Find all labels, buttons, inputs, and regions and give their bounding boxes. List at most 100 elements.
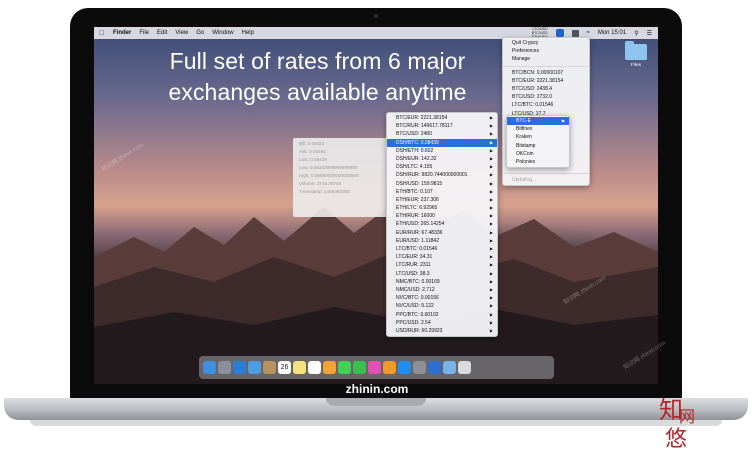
rate-pair-item[interactable]: DSH/RUR: 9820.744000000001 ▶ bbox=[387, 171, 497, 179]
menubar-clock[interactable]: Mon 15:01 bbox=[598, 30, 626, 36]
rate-pair-item[interactable]: LTC/USD: 38.3 ▶ bbox=[387, 270, 497, 278]
rate-pair-label: EUR/RUR: 67.48336 bbox=[396, 229, 443, 236]
crypzy-menu-item[interactable]: Preferences bbox=[503, 47, 589, 55]
itunes-icon[interactable] bbox=[368, 361, 381, 374]
notes-icon[interactable] bbox=[293, 361, 306, 374]
menu-view[interactable]: View bbox=[175, 30, 188, 36]
menu-window[interactable]: Window bbox=[212, 30, 233, 36]
rate-pair-label: ETH/USD: 265.14254 bbox=[396, 221, 445, 228]
tooltip-line: Volume: 3716.38746 bbox=[299, 181, 342, 186]
wifi-icon[interactable]: ≈ bbox=[587, 30, 590, 36]
rate-pair-item[interactable]: BTC/RUR: 149617.78117 ▶ bbox=[387, 122, 497, 130]
rate-pair-item[interactable]: EUR/RUR: 67.48336 ▶ bbox=[387, 229, 497, 237]
launchpad-icon[interactable] bbox=[218, 361, 231, 374]
menu-separator bbox=[503, 172, 589, 174]
rate-pair-item[interactable]: NVC/BTC: 0.00156 ▶ bbox=[387, 294, 497, 302]
menu-finder[interactable]: Finder bbox=[113, 30, 131, 36]
rate-pair-label: BTC/RUR: 149617.78117 bbox=[396, 123, 453, 130]
rate-pair-label: NVC/USD: 9.122 bbox=[396, 303, 434, 310]
rate-pair-item[interactable]: ETH/USD: 265.14254 ▶ bbox=[387, 220, 497, 228]
rate-pair-item[interactable]: DSH/EUR: 142.32 ▶ bbox=[387, 155, 497, 163]
menu-edit[interactable]: Edit bbox=[157, 30, 167, 36]
submenu-arrow-icon: ▶ bbox=[489, 278, 493, 284]
rate-pair-label: NMC/BTC: 0.00109 bbox=[396, 278, 440, 285]
headline: Full set of rates from 6 major exchanges… bbox=[94, 46, 541, 108]
folder-icon[interactable] bbox=[443, 361, 456, 374]
crypzy-menu-item[interactable]: Quit Crypzy bbox=[503, 39, 589, 47]
submenu-arrow-icon: ▶ bbox=[489, 311, 493, 317]
pinned-pair-item[interactable]: LTC/BTC: 0.01546 bbox=[503, 101, 589, 109]
rate-pair-label: NMC/USD: 2.712 bbox=[396, 286, 435, 293]
rate-pair-item[interactable]: DSH/USD: 159.9815 ▶ bbox=[387, 180, 497, 188]
menu-help[interactable]: Help bbox=[242, 30, 254, 36]
reminders-icon[interactable] bbox=[308, 361, 321, 374]
tooltip-line: Low: 0.08333999999999999 bbox=[299, 165, 358, 170]
ibooks-icon[interactable] bbox=[383, 361, 396, 374]
rate-pair-item[interactable]: ETH/RUR: 16000 ▶ bbox=[387, 212, 497, 220]
mail-icon[interactable] bbox=[248, 361, 261, 374]
menu-go[interactable]: Go bbox=[196, 30, 204, 36]
tooltip-line: Last: 0.08439 bbox=[299, 157, 327, 162]
rate-pair-item[interactable]: ETH/BTC: 0.107 ▶ bbox=[387, 188, 497, 196]
rate-pair-item[interactable]: BTC/EUR: 2221.38154 ▶ bbox=[387, 114, 497, 122]
exchange-item[interactable]: OKCoin bbox=[507, 150, 569, 158]
folder-icon bbox=[625, 41, 647, 60]
folder-label: Files bbox=[630, 63, 642, 68]
submenu-arrow-icon: ▶ bbox=[489, 155, 493, 161]
facetime-icon[interactable] bbox=[353, 361, 366, 374]
rate-pair-item[interactable]: PPC/USD: 2.54 ▶ bbox=[387, 319, 497, 327]
exchange-item[interactable]: Bitfinex bbox=[507, 125, 569, 133]
rate-pair-item[interactable]: DSH/BTC: 0.08439 ▶ bbox=[387, 138, 497, 147]
rate-pair-item[interactable]: PPC/BTC: 0.00102 ▶ bbox=[387, 311, 497, 319]
rate-pair-item[interactable]: BTC/USD: 2480 ▶ bbox=[387, 130, 497, 138]
rate-pair-item[interactable]: ETH/LTC: 6.92965 ▶ bbox=[387, 204, 497, 212]
desktop-files-folder[interactable]: Files bbox=[621, 41, 651, 68]
calendar-icon[interactable]: 26 bbox=[278, 361, 291, 374]
headline-line-1: Full set of rates from 6 major bbox=[169, 48, 466, 74]
headline-line-2: exchanges available anytime bbox=[168, 79, 467, 105]
apple-icon[interactable]:  bbox=[99, 30, 107, 37]
crypzy-menu-item[interactable]: Manage bbox=[503, 55, 589, 63]
messages-icon[interactable] bbox=[338, 361, 351, 374]
rate-pair-label: DSH/LTC: 4.155 bbox=[396, 164, 433, 171]
safari-icon[interactable] bbox=[233, 361, 246, 374]
pinned-pair-item[interactable]: BTC/USD: 2732.0 bbox=[503, 93, 589, 101]
submenu-arrow-icon: ▶ bbox=[489, 221, 493, 227]
site-logo: 知 网 悠 bbox=[659, 396, 695, 452]
exchange-label: OKCoin bbox=[516, 150, 534, 157]
rate-pair-item[interactable]: EUR/USD: 1.11842 ▶ bbox=[387, 237, 497, 245]
rate-pair-item[interactable]: LTC/EUR: 34.31 ▶ bbox=[387, 253, 497, 261]
rate-pair-item[interactable]: NMC/BTC: 0.00109 ▶ bbox=[387, 278, 497, 286]
rate-pair-label: PPC/USD: 2.54 bbox=[396, 319, 431, 326]
exchange-item[interactable]: Poloniex bbox=[507, 158, 569, 166]
contacts-icon[interactable] bbox=[263, 361, 276, 374]
trash-icon[interactable] bbox=[458, 361, 471, 374]
preferences-icon[interactable] bbox=[413, 361, 426, 374]
rate-pair-item[interactable]: NMC/USD: 2.712 ▶ bbox=[387, 286, 497, 294]
crypzy-icon[interactable] bbox=[428, 361, 441, 374]
rate-pair-item[interactable]: DSH/LTC: 4.155 ▶ bbox=[387, 163, 497, 171]
rate-pair-item[interactable]: NVC/USD: 9.122 ▶ bbox=[387, 302, 497, 310]
notification-icon[interactable]: ☰ bbox=[647, 30, 652, 37]
exchange-label: Poloniex bbox=[516, 158, 536, 165]
camera bbox=[374, 14, 378, 18]
pinned-pair-item[interactable]: BTC/USD: 2438.4 bbox=[503, 85, 589, 93]
pinned-pair-item[interactable]: BTC/BCN: 0.00000107 bbox=[503, 69, 589, 77]
exchange-item[interactable]: Kraken bbox=[507, 133, 569, 141]
menu-file[interactable]: File bbox=[139, 30, 149, 36]
rate-pair-item[interactable]: ETH/EUR: 237.306 ▶ bbox=[387, 196, 497, 204]
rate-pair-item[interactable]: DSH/ETH: 0.602 ▶ bbox=[387, 147, 497, 155]
appstore-icon[interactable] bbox=[398, 361, 411, 374]
rate-pair-item[interactable]: USD/RUR: 60.29923 ▶ bbox=[387, 327, 497, 335]
submenu-arrow-icon: ▶ bbox=[489, 254, 493, 260]
battery-icon[interactable] bbox=[571, 29, 579, 37]
crypzy-tray-icon[interactable] bbox=[555, 29, 564, 37]
exchange-item[interactable]: Bitstamp bbox=[507, 142, 569, 150]
finder-icon[interactable] bbox=[203, 361, 216, 374]
pinned-pair-item[interactable]: BTC/EUR: 2221.38154 bbox=[503, 77, 589, 85]
search-icon[interactable]: ⚲ bbox=[634, 30, 638, 37]
rate-pair-item[interactable]: LTC/RUR: 2311 ▶ bbox=[387, 261, 497, 269]
rate-pair-item[interactable]: LTC/BTC: 0.01546 ▶ bbox=[387, 245, 497, 253]
photos-icon[interactable] bbox=[323, 361, 336, 374]
exchange-item[interactable]: BTC-E ▶ bbox=[507, 117, 569, 126]
